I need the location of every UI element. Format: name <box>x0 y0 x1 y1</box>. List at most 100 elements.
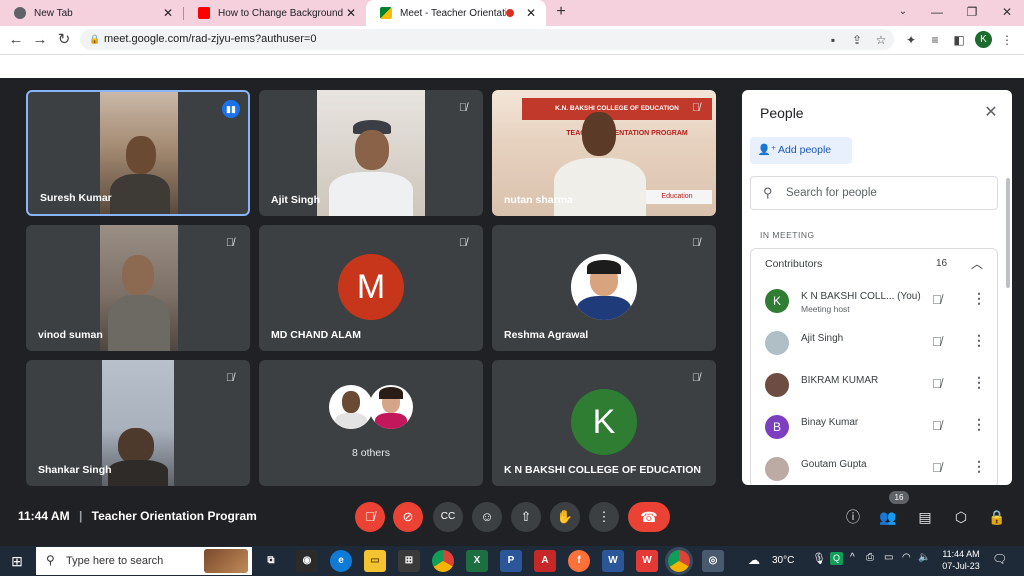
restore-icon[interactable]: ❐ <box>955 0 989 26</box>
firefox-icon[interactable]: f <box>568 550 590 572</box>
participant-name: vinod suman <box>38 329 103 341</box>
extensions-icon[interactable]: ✦ <box>902 30 920 50</box>
weather-temp[interactable]: 30°C <box>772 555 794 566</box>
task-view-icon[interactable]: ⧉ <box>260 550 282 572</box>
tray-chevron-icon[interactable]: ^ <box>850 552 855 563</box>
participant-list-item[interactable]: BIKRAM KUMAR 🎙̸ ⋮ <box>742 364 1012 406</box>
participant-list-item[interactable]: K K N BAKSHI COLL... (You) Meeting host … <box>742 280 1012 322</box>
close-window-icon[interactable]: ✕ <box>990 0 1024 26</box>
raise-hand-button[interactable]: ✋ <box>550 502 580 532</box>
more-options-icon[interactable]: ⋮ <box>972 458 986 475</box>
address-bar[interactable]: 🔒 meet.google.com/rad-zjyu-ems?authuser=0 <box>80 29 894 50</box>
participant-name: Goutam Gupta <box>801 459 867 470</box>
close-icon[interactable]: ✕ <box>161 6 175 20</box>
tab-meet[interactable]: Meet - Teacher Orientation P ✕ <box>366 0 546 26</box>
profile-avatar[interactable]: K <box>975 31 992 48</box>
more-options-icon[interactable]: ⋮ <box>972 416 986 433</box>
forward-icon[interactable]: → <box>30 30 50 50</box>
others-count-label: 8 others <box>352 447 390 459</box>
participant-tile[interactable]: 🎙̸ Reshma Agrawal <box>492 225 716 351</box>
tab-new-tab[interactable]: New Tab ✕ <box>0 0 183 26</box>
more-options-icon[interactable]: ⋮ <box>972 374 986 391</box>
taskbar-search-box[interactable]: ⚲ Type here to search <box>36 547 252 575</box>
chat-icon[interactable]: ▤ <box>914 506 936 528</box>
participant-tile[interactable]: K.N. BAKSHI COLLEGE OF EDUCATION TEACHER… <box>492 90 716 216</box>
back-icon[interactable]: ← <box>6 30 26 50</box>
add-people-button[interactable]: 👤⁺ Add people <box>750 137 852 164</box>
chrome-active-icon[interactable] <box>668 550 690 572</box>
participant-list-item[interactable]: Ajit Singh 🎙̸ ⋮ <box>742 322 1012 364</box>
browser-menu-icon[interactable]: ⋮ <box>998 30 1016 50</box>
reload-icon[interactable]: ↻ <box>54 30 74 50</box>
side-panel-icon[interactable]: ◧ <box>950 30 968 50</box>
more-options-icon[interactable]: ⋮ <box>972 290 986 307</box>
search-people-input[interactable]: ⚲ Search for people <box>750 176 998 210</box>
battery-icon[interactable]: ▭ <box>884 552 893 563</box>
windows-start-icon[interactable]: ⊞ <box>8 553 26 569</box>
clock-time: 11:44 AM <box>942 549 980 559</box>
chrome-icon[interactable] <box>432 550 454 572</box>
participant-tile[interactable]: ▮▮ Suresh Kumar <box>26 90 250 216</box>
close-panel-icon[interactable]: ✕ <box>982 102 1000 122</box>
participant-tile[interactable]: K 🎙̸ K N BAKSHI COLLEGE OF EDUCATION <box>492 360 716 486</box>
system-clock[interactable]: 11:44 AM 07-Jul-23 <box>938 548 984 572</box>
share-icon[interactable]: ⇪ <box>848 30 866 50</box>
bookmark-star-icon[interactable]: ☆ <box>872 30 890 50</box>
acrobat-icon[interactable]: A <box>534 550 556 572</box>
tab-search-icon[interactable]: ⌄ <box>886 0 920 26</box>
chevron-up-icon[interactable]: ︿ <box>971 255 983 272</box>
participant-tile[interactable]: M 🎙̸ MD CHAND ALAM <box>259 225 483 351</box>
excel-icon[interactable]: X <box>466 550 488 572</box>
edge-icon[interactable]: e <box>330 550 352 572</box>
camera-toggle-button[interactable]: ⊘ <box>393 502 423 532</box>
participant-tile[interactable]: 🎙̸ vinod suman <box>26 225 250 351</box>
info-separator: | <box>78 509 83 523</box>
mic-tray-icon[interactable]: 🎙 <box>812 552 826 565</box>
others-tile[interactable]: 8 others <box>259 360 483 486</box>
contributors-header[interactable]: Contributors 16 ︿ <box>751 249 997 279</box>
participant-tile[interactable]: 🎙̸ Ajit Singh <box>259 90 483 216</box>
new-tab-icon[interactable]: + <box>552 3 570 23</box>
notifications-icon[interactable]: 🗨 <box>992 552 1007 566</box>
participant-tile[interactable]: 🎙̸ Shankar Singh <box>26 360 250 486</box>
minimize-icon[interactable]: — <box>920 0 954 26</box>
app-icon[interactable]: ◉ <box>296 550 318 572</box>
leave-call-button[interactable]: ☎ <box>628 502 670 532</box>
store-icon[interactable]: ⊞ <box>398 550 420 572</box>
mic-toggle-button[interactable]: 🎙̸ <box>355 502 385 532</box>
captions-button[interactable]: CC <box>433 502 463 532</box>
meeting-info: 11:44 AM | Teacher Orientation Program <box>18 509 257 523</box>
activities-icon[interactable]: ⬡ <box>950 506 972 528</box>
emoji-reaction-button[interactable]: ☺ <box>472 502 502 532</box>
meet-icon <box>380 7 392 19</box>
file-explorer-icon[interactable]: ▭ <box>364 550 386 572</box>
meeting-time: 11:44 AM <box>18 509 70 523</box>
tray-app-icon[interactable]: Q <box>830 552 843 565</box>
participant-list-item[interactable]: Goutam Gupta 🎙̸ ⋮ <box>742 448 1012 485</box>
camera-app-icon[interactable]: ◎ <box>702 550 724 572</box>
meeting-details-icon[interactable]: ⓘ <box>842 506 864 528</box>
more-options-icon[interactable]: ⋮ <box>972 332 986 349</box>
wifi-icon[interactable]: ◠ <box>902 552 911 563</box>
close-icon[interactable]: ✕ <box>344 6 358 20</box>
volume-icon[interactable]: 🔈 <box>918 552 930 563</box>
avatar <box>369 385 413 429</box>
search-icon: ⚲ <box>46 553 55 567</box>
tray-device-icon[interactable]: ⎙ <box>866 552 874 563</box>
wps-icon[interactable]: W <box>636 550 658 572</box>
camera-status-icon[interactable]: ▪ <box>824 30 842 50</box>
panel-scrollbar[interactable] <box>1006 178 1010 288</box>
publisher-icon[interactable]: P <box>500 550 522 572</box>
present-screen-button[interactable]: ⇧ <box>511 502 541 532</box>
close-icon[interactable]: ✕ <box>524 6 538 20</box>
avatar <box>329 385 373 429</box>
tab-youtube[interactable]: How to Change Background in G ✕ <box>184 0 366 26</box>
meeting-name: Teacher Orientation Program <box>91 509 257 523</box>
more-options-button[interactable]: ⋮ <box>589 502 619 532</box>
host-controls-icon[interactable]: 🔒 <box>986 506 1008 528</box>
mic-off-icon: 🎙̸ <box>691 102 701 114</box>
people-icon[interactable]: 👥 <box>877 506 899 528</box>
media-control-icon[interactable]: ≡ <box>926 30 944 50</box>
word-icon[interactable]: W <box>602 550 624 572</box>
participant-list-item[interactable]: B Binay Kumar 🎙̸ ⋮ <box>742 406 1012 448</box>
